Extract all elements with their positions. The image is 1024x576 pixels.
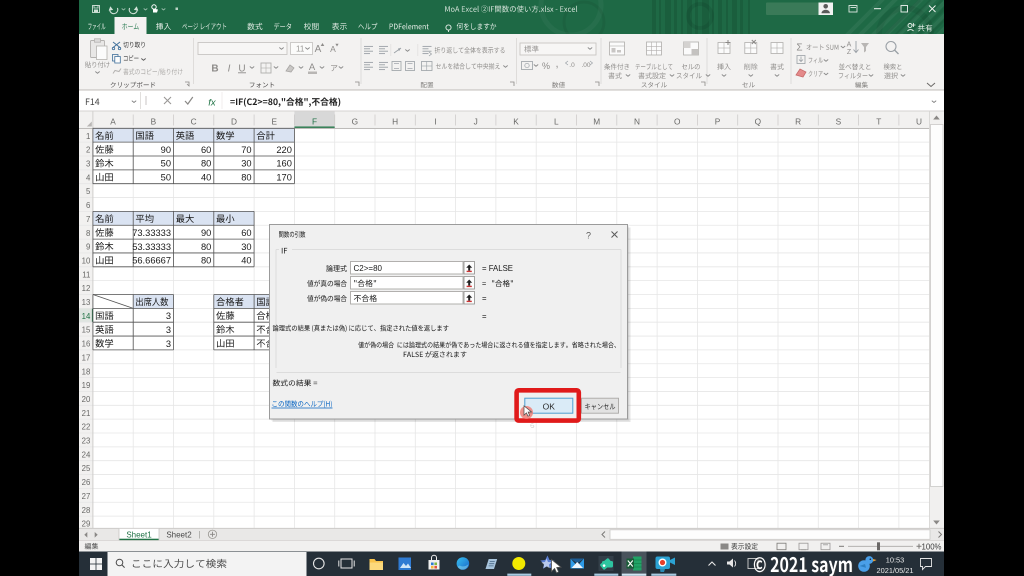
svg-text:A: A (309, 62, 316, 73)
svg-text:80: 80 (201, 159, 211, 169)
svg-text:80: 80 (201, 242, 211, 252)
svg-text:B: B (151, 116, 157, 126)
svg-text:H: H (392, 116, 398, 126)
svg-text:11: 11 (296, 45, 305, 54)
svg-text:5: 5 (86, 187, 91, 196)
svg-text:50: 50 (161, 159, 171, 169)
svg-text:P: P (715, 116, 721, 126)
svg-text:?: ? (586, 231, 591, 241)
svg-text:R: R (795, 116, 801, 126)
svg-text:Z: Z (847, 49, 852, 56)
svg-text:60: 60 (201, 145, 211, 155)
svg-text:8: 8 (86, 229, 90, 238)
svg-text:%: % (542, 61, 550, 71)
svg-text:50: 50 (161, 173, 171, 183)
svg-text:A: A (847, 42, 852, 49)
svg-text:A: A (330, 44, 336, 54)
svg-text:OK: OK (543, 401, 556, 411)
svg-text:28: 28 (82, 506, 91, 515)
svg-text:22: 22 (82, 423, 91, 432)
svg-text:17: 17 (82, 353, 91, 362)
svg-text:fx: fx (208, 97, 217, 108)
svg-text:= FALSE: = FALSE (482, 264, 513, 273)
svg-text:Q: Q (755, 116, 762, 126)
svg-text:26: 26 (82, 478, 91, 487)
svg-text:O: O (674, 116, 681, 126)
svg-text:27: 27 (82, 492, 91, 501)
svg-text:40: 40 (201, 173, 211, 183)
svg-text:3: 3 (166, 311, 171, 321)
svg-text:D: D (231, 116, 237, 126)
svg-text:3: 3 (86, 160, 90, 169)
svg-text:30: 30 (241, 242, 251, 252)
svg-text:100%: 100% (922, 542, 942, 551)
svg-text:U: U (916, 116, 922, 126)
svg-text:=: = (482, 294, 487, 303)
svg-text:K: K (513, 116, 519, 126)
svg-text:J: J (474, 116, 478, 126)
svg-text:80: 80 (201, 256, 211, 266)
svg-text:,: , (555, 58, 558, 70)
svg-text:Sheet1: Sheet1 (126, 530, 152, 539)
svg-text:G: G (352, 116, 358, 126)
svg-text:Sheet2: Sheet2 (166, 530, 192, 539)
svg-text:F: F (312, 116, 317, 126)
svg-text:170: 170 (276, 173, 292, 183)
svg-text:.00: .00 (581, 62, 590, 69)
svg-text:70: 70 (241, 145, 251, 155)
svg-text:23: 23 (82, 437, 91, 446)
svg-text:25: 25 (82, 464, 91, 473)
svg-text:15: 15 (82, 326, 91, 335)
svg-text:T: T (876, 116, 881, 126)
svg-text:56.66667: 56.66667 (132, 256, 171, 266)
svg-text:16: 16 (82, 340, 91, 349)
svg-text:18: 18 (82, 367, 91, 376)
svg-text:A: A (110, 116, 116, 126)
svg-text:4: 4 (86, 173, 91, 182)
svg-text:1: 1 (86, 132, 90, 141)
svg-text:6: 6 (86, 201, 90, 210)
svg-text:I: I (228, 64, 231, 75)
svg-text:Σ: Σ (796, 43, 802, 54)
svg-text:2021/05/21: 2021/05/21 (877, 566, 914, 575)
svg-text:19: 19 (82, 381, 91, 390)
svg-text:20: 20 (82, 395, 91, 404)
svg-text:90: 90 (161, 145, 171, 155)
svg-text:C: C (191, 116, 197, 126)
svg-text:L: L (554, 116, 559, 126)
svg-text:3: 3 (166, 339, 171, 349)
svg-text:I: I (434, 116, 436, 126)
svg-text:S: S (836, 116, 842, 126)
svg-text:160: 160 (276, 159, 292, 169)
svg-text:21: 21 (82, 409, 91, 418)
svg-text:60: 60 (241, 228, 251, 238)
svg-text:N: N (634, 116, 640, 126)
svg-text:3: 3 (166, 325, 171, 335)
svg-text:E: E (271, 116, 277, 126)
svg-text:B: B (211, 64, 218, 75)
svg-text:12: 12 (82, 284, 91, 293)
svg-text:30: 30 (241, 159, 251, 169)
svg-text:220: 220 (276, 145, 292, 155)
svg-text:A: A (315, 44, 322, 55)
svg-text:M: M (593, 116, 600, 126)
svg-text:73.33333: 73.33333 (132, 228, 171, 238)
svg-text:80: 80 (241, 173, 251, 183)
svg-text:9: 9 (86, 243, 90, 252)
svg-text:2: 2 (86, 146, 90, 155)
svg-text:10: 10 (82, 256, 91, 265)
svg-text:24: 24 (82, 450, 91, 459)
svg-text:53.33333: 53.33333 (132, 242, 171, 252)
svg-text:7: 7 (86, 215, 90, 224)
svg-text:29: 29 (82, 520, 91, 529)
svg-text:14: 14 (82, 312, 91, 321)
svg-text:40: 40 (241, 256, 251, 266)
svg-text:11: 11 (82, 270, 90, 279)
svg-text:C2>=80: C2>=80 (354, 264, 383, 273)
svg-text:=: = (482, 312, 487, 321)
svg-text:10:53: 10:53 (886, 555, 905, 564)
svg-text:13: 13 (82, 298, 91, 307)
svg-text:90: 90 (201, 228, 211, 238)
svg-text:.0: .0 (569, 62, 575, 69)
